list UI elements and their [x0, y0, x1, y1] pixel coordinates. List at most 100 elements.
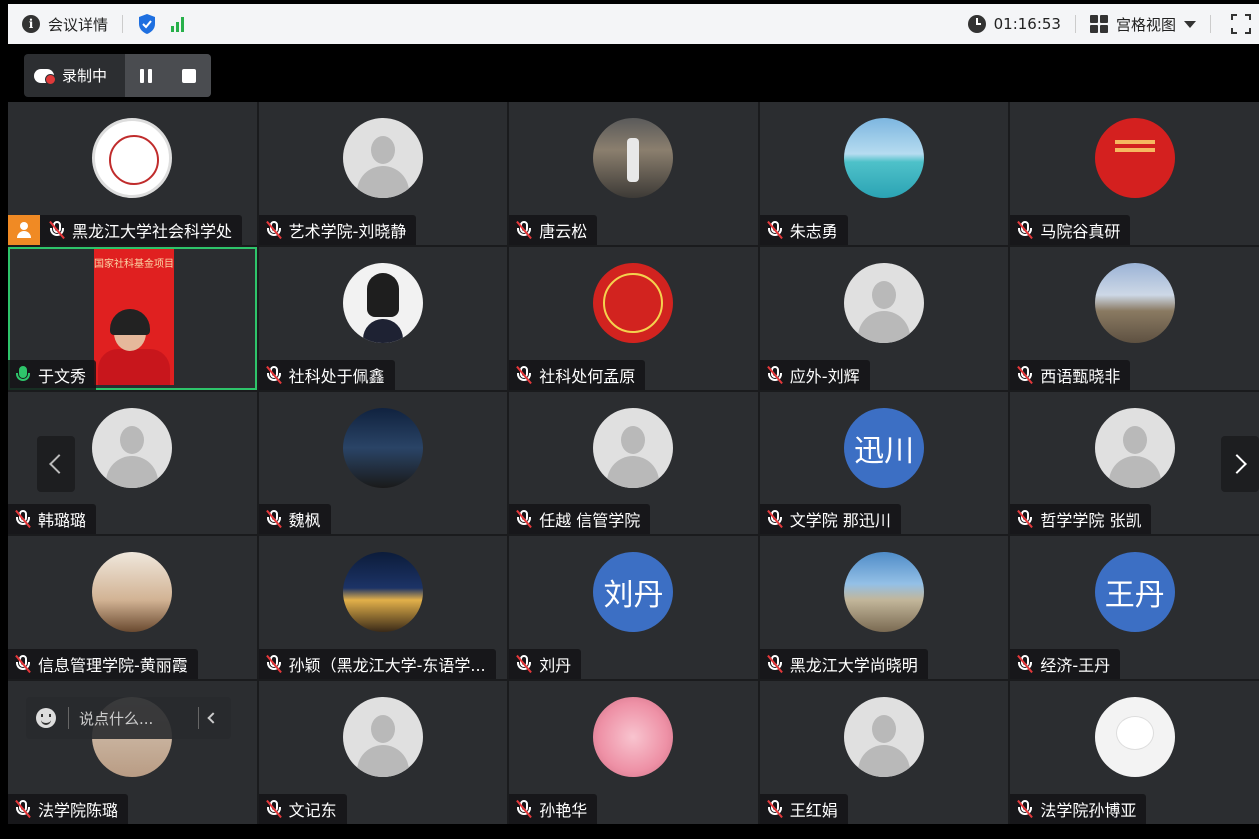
- divider: [1210, 15, 1211, 33]
- recording-status: 录制中: [24, 54, 125, 97]
- participant-tile[interactable]: 西语甄晓非: [1010, 246, 1259, 390]
- avatar: [342, 118, 423, 198]
- participant-tile[interactable]: 黑龙江大学社会科学处: [8, 102, 257, 245]
- participant-name-bar: 孙颖（黑龙江大学-东语学...: [258, 649, 496, 680]
- recording-controls: [125, 54, 211, 97]
- participant-tile[interactable]: 唐云松: [509, 102, 758, 245]
- participant-name: 魏枫: [288, 511, 321, 531]
- mic-muted-icon: [515, 365, 533, 385]
- avatar: [1094, 262, 1175, 343]
- participant-name: 社科处何孟原: [539, 366, 636, 386]
- participant-tile[interactable]: 孙颖（黑龙江大学-东语学...: [258, 536, 508, 680]
- mic-muted-icon: [1016, 654, 1034, 674]
- participant-tile[interactable]: 法学院孙博亚: [1010, 681, 1259, 824]
- participant-tile[interactable]: 马院谷真研: [1010, 102, 1259, 245]
- video-banner-text: 国家社科基金项目: [94, 258, 174, 270]
- mic-muted-icon: [515, 220, 533, 240]
- divider: [1074, 15, 1076, 33]
- participant-name-bar: 应外-刘辉: [759, 359, 870, 390]
- participant-name: 马院谷真研: [1040, 221, 1121, 241]
- participant-tile[interactable]: 文记东: [258, 681, 508, 824]
- mic-muted-icon: [766, 509, 784, 529]
- mic-muted-icon: [14, 799, 32, 819]
- meeting-timer: 01:16:53: [993, 15, 1061, 33]
- participant-name: 信息管理学院-黄丽霞: [38, 656, 188, 676]
- info-icon[interactable]: i: [22, 15, 40, 33]
- participant-name-bar: 法学院孙博亚: [1010, 794, 1147, 824]
- avatar: [1094, 697, 1175, 778]
- signal-icon[interactable]: [171, 16, 185, 32]
- participant-tile[interactable]: 王红娟: [759, 681, 1009, 824]
- mic-muted-icon: [766, 654, 784, 674]
- stop-recording-button[interactable]: [182, 68, 196, 83]
- participant-name-bar: 文记东: [258, 794, 347, 824]
- participant-tile[interactable]: 王丹 经济-王丹: [1010, 536, 1259, 680]
- meeting-details-link[interactable]: 会议详情: [48, 14, 108, 35]
- avatar: 迅川: [844, 407, 925, 488]
- participant-tile[interactable]: 社科处于佩鑫: [258, 246, 508, 390]
- divider: [68, 707, 69, 729]
- participant-tile[interactable]: 刘丹 刘丹: [509, 536, 758, 680]
- participant-name: 韩璐璐: [38, 511, 87, 531]
- participant-name: 应外-刘辉: [789, 366, 860, 386]
- collapse-chat-icon[interactable]: [207, 712, 219, 724]
- mic-muted-icon: [1016, 799, 1034, 819]
- participant-name: 孙艳华: [539, 801, 588, 820]
- avatar: 刘丹: [593, 552, 674, 633]
- mic-muted-icon: [766, 220, 784, 240]
- participant-tile[interactable]: 迅川文学院 那迅川: [759, 391, 1009, 535]
- host-badge-icon: [8, 214, 40, 245]
- avatar: [593, 262, 674, 343]
- avatar: [92, 407, 173, 488]
- meeting-controls-group: 01:16:53 宫格视图: [967, 4, 1251, 44]
- participant-name-bar: 文学院 那迅川: [759, 504, 901, 535]
- participant-name: 文学院 那迅川: [789, 511, 891, 531]
- participant-tile[interactable]: 社科处何孟原: [509, 246, 758, 390]
- chat-input[interactable]: 说点什么...: [79, 708, 188, 729]
- avatar: [342, 552, 423, 633]
- participant-name: 黑龙江大学尚晓明: [789, 656, 918, 676]
- chevron-left-icon: [49, 454, 69, 474]
- avatar: 王丹: [1094, 552, 1175, 633]
- chevron-down-icon[interactable]: [1184, 20, 1196, 28]
- avatar: [593, 118, 674, 198]
- pause-recording-button[interactable]: [140, 68, 152, 83]
- prev-page-button[interactable]: [37, 436, 75, 492]
- avatar: [92, 118, 173, 198]
- view-mode-selector[interactable]: 宫格视图: [1116, 14, 1176, 35]
- participant-tile[interactable]: 朱志勇: [759, 102, 1009, 245]
- participant-tile[interactable]: 国家社科基金项目于文秀: [8, 246, 257, 390]
- participant-tile[interactable]: 艺术学院-刘晓静: [258, 102, 508, 245]
- mic-muted-icon: [1016, 509, 1034, 529]
- chevron-right-icon: [1227, 454, 1247, 474]
- participant-name: 刘丹: [539, 656, 572, 676]
- divider: [122, 15, 124, 33]
- mic-muted-icon: [1016, 220, 1034, 240]
- shield-icon[interactable]: [137, 13, 157, 35]
- participant-tile[interactable]: 孙艳华: [509, 681, 758, 824]
- participant-name-bar: 于文秀: [8, 359, 97, 390]
- grid-icon[interactable]: [1089, 15, 1108, 33]
- mic-muted-icon: [1016, 365, 1034, 385]
- next-page-button[interactable]: [1221, 436, 1259, 492]
- participant-tile[interactable]: 魏枫: [258, 391, 508, 535]
- participant-tile[interactable]: 任越 信管学院: [509, 391, 758, 535]
- participant-tile[interactable]: 应外-刘辉: [759, 246, 1009, 390]
- avatar: [844, 262, 925, 343]
- participant-tile[interactable]: 信息管理学院-黄丽霞: [8, 536, 257, 680]
- avatar: [593, 407, 674, 488]
- participant-name: 黑龙江大学社会科学处: [72, 221, 233, 241]
- emoji-icon[interactable]: [36, 708, 56, 728]
- participant-name: 任越 信管学院: [539, 511, 641, 531]
- participant-name: 王红娟: [789, 801, 838, 820]
- fullscreen-icon[interactable]: [1231, 14, 1251, 34]
- participant-name: 法学院孙博亚: [1040, 801, 1137, 820]
- mic-muted-icon: [265, 799, 283, 819]
- participant-name-bar: 韩璐璐: [8, 504, 97, 535]
- mic-muted-icon: [515, 509, 533, 529]
- participant-name-bar: 黑龙江大学社会科学处: [8, 214, 243, 245]
- participant-name-bar: 魏枫: [258, 504, 331, 535]
- participant-tile[interactable]: 黑龙江大学尚晓明: [759, 536, 1009, 680]
- clock-icon: [967, 15, 986, 33]
- participant-name-bar: 朱志勇: [759, 214, 848, 245]
